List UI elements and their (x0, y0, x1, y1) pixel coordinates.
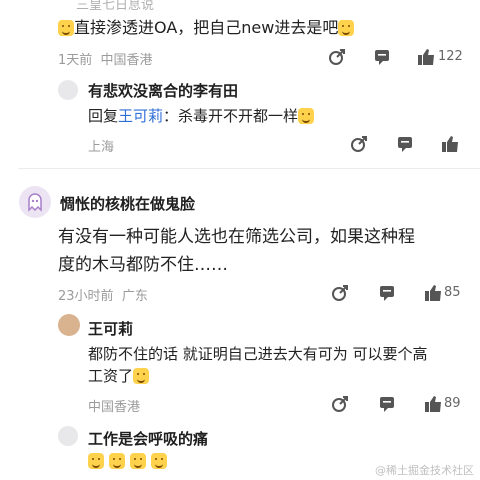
avatar[interactable] (58, 426, 78, 446)
like-icon[interactable] (417, 48, 435, 66)
reply-location: 中国香港 (88, 400, 141, 415)
reply-text: 都防不住的话 就证明自己进去大有可为 可以要个高 工资了 (88, 345, 428, 385)
avatar[interactable] (58, 80, 78, 100)
comment-icon[interactable] (373, 48, 391, 66)
emoji-icon (298, 108, 315, 124)
comment-icon[interactable] (378, 284, 396, 302)
reply-author[interactable]: 有悲欢没离合的李有田 (88, 80, 238, 101)
comment-author[interactable]: 惆怅的核桃在做鬼脸 (60, 193, 195, 214)
reply-text: 回复王可莉：杀毒开不开都一样 (88, 105, 315, 126)
emoji-icon (88, 453, 104, 469)
comment-icon[interactable] (396, 135, 414, 153)
emoji-icon (58, 20, 74, 36)
like-icon[interactable] (441, 135, 459, 153)
avatar[interactable] (58, 314, 80, 336)
emoji-icon (151, 453, 168, 469)
comment-text: 直接渗透进OA，把自己new进去是吧 (58, 14, 355, 38)
like-icon[interactable] (424, 395, 442, 413)
emoji-icon (133, 368, 150, 384)
divider (18, 168, 480, 169)
mention-link[interactable]: 王可莉 (118, 107, 163, 125)
share-icon[interactable] (331, 395, 349, 413)
like-count: 85 (444, 285, 461, 300)
partial-username: 三皇七日息说 (76, 0, 155, 13)
watermark: @稀土掘金技术社区 (375, 464, 474, 477)
reply-author[interactable]: 王可莉 (88, 318, 133, 339)
reply-location: 上海 (88, 140, 115, 155)
comment-icon[interactable] (378, 395, 396, 413)
share-icon[interactable] (331, 284, 349, 302)
reply-author[interactable]: 工作是会呼吸的痛 (88, 428, 208, 449)
comment-meta: 1天前 中国香港 (58, 53, 153, 68)
emoji-icon (338, 20, 355, 36)
like-icon[interactable] (424, 284, 442, 302)
share-icon[interactable] (350, 135, 368, 153)
emoji-icon (130, 453, 147, 469)
ghost-avatar-icon (28, 193, 42, 212)
avatar[interactable] (19, 186, 51, 218)
comment-meta: 23小时前 广东 (58, 289, 148, 304)
comment-text: 有没有一种可能人选也在筛选公司，如果这种程 度的木马都防不住…… (58, 227, 415, 275)
emoji-row (88, 451, 168, 470)
share-icon[interactable] (328, 48, 346, 66)
like-count: 89 (444, 396, 461, 411)
like-count: 122 (438, 49, 463, 64)
emoji-icon (109, 453, 126, 469)
